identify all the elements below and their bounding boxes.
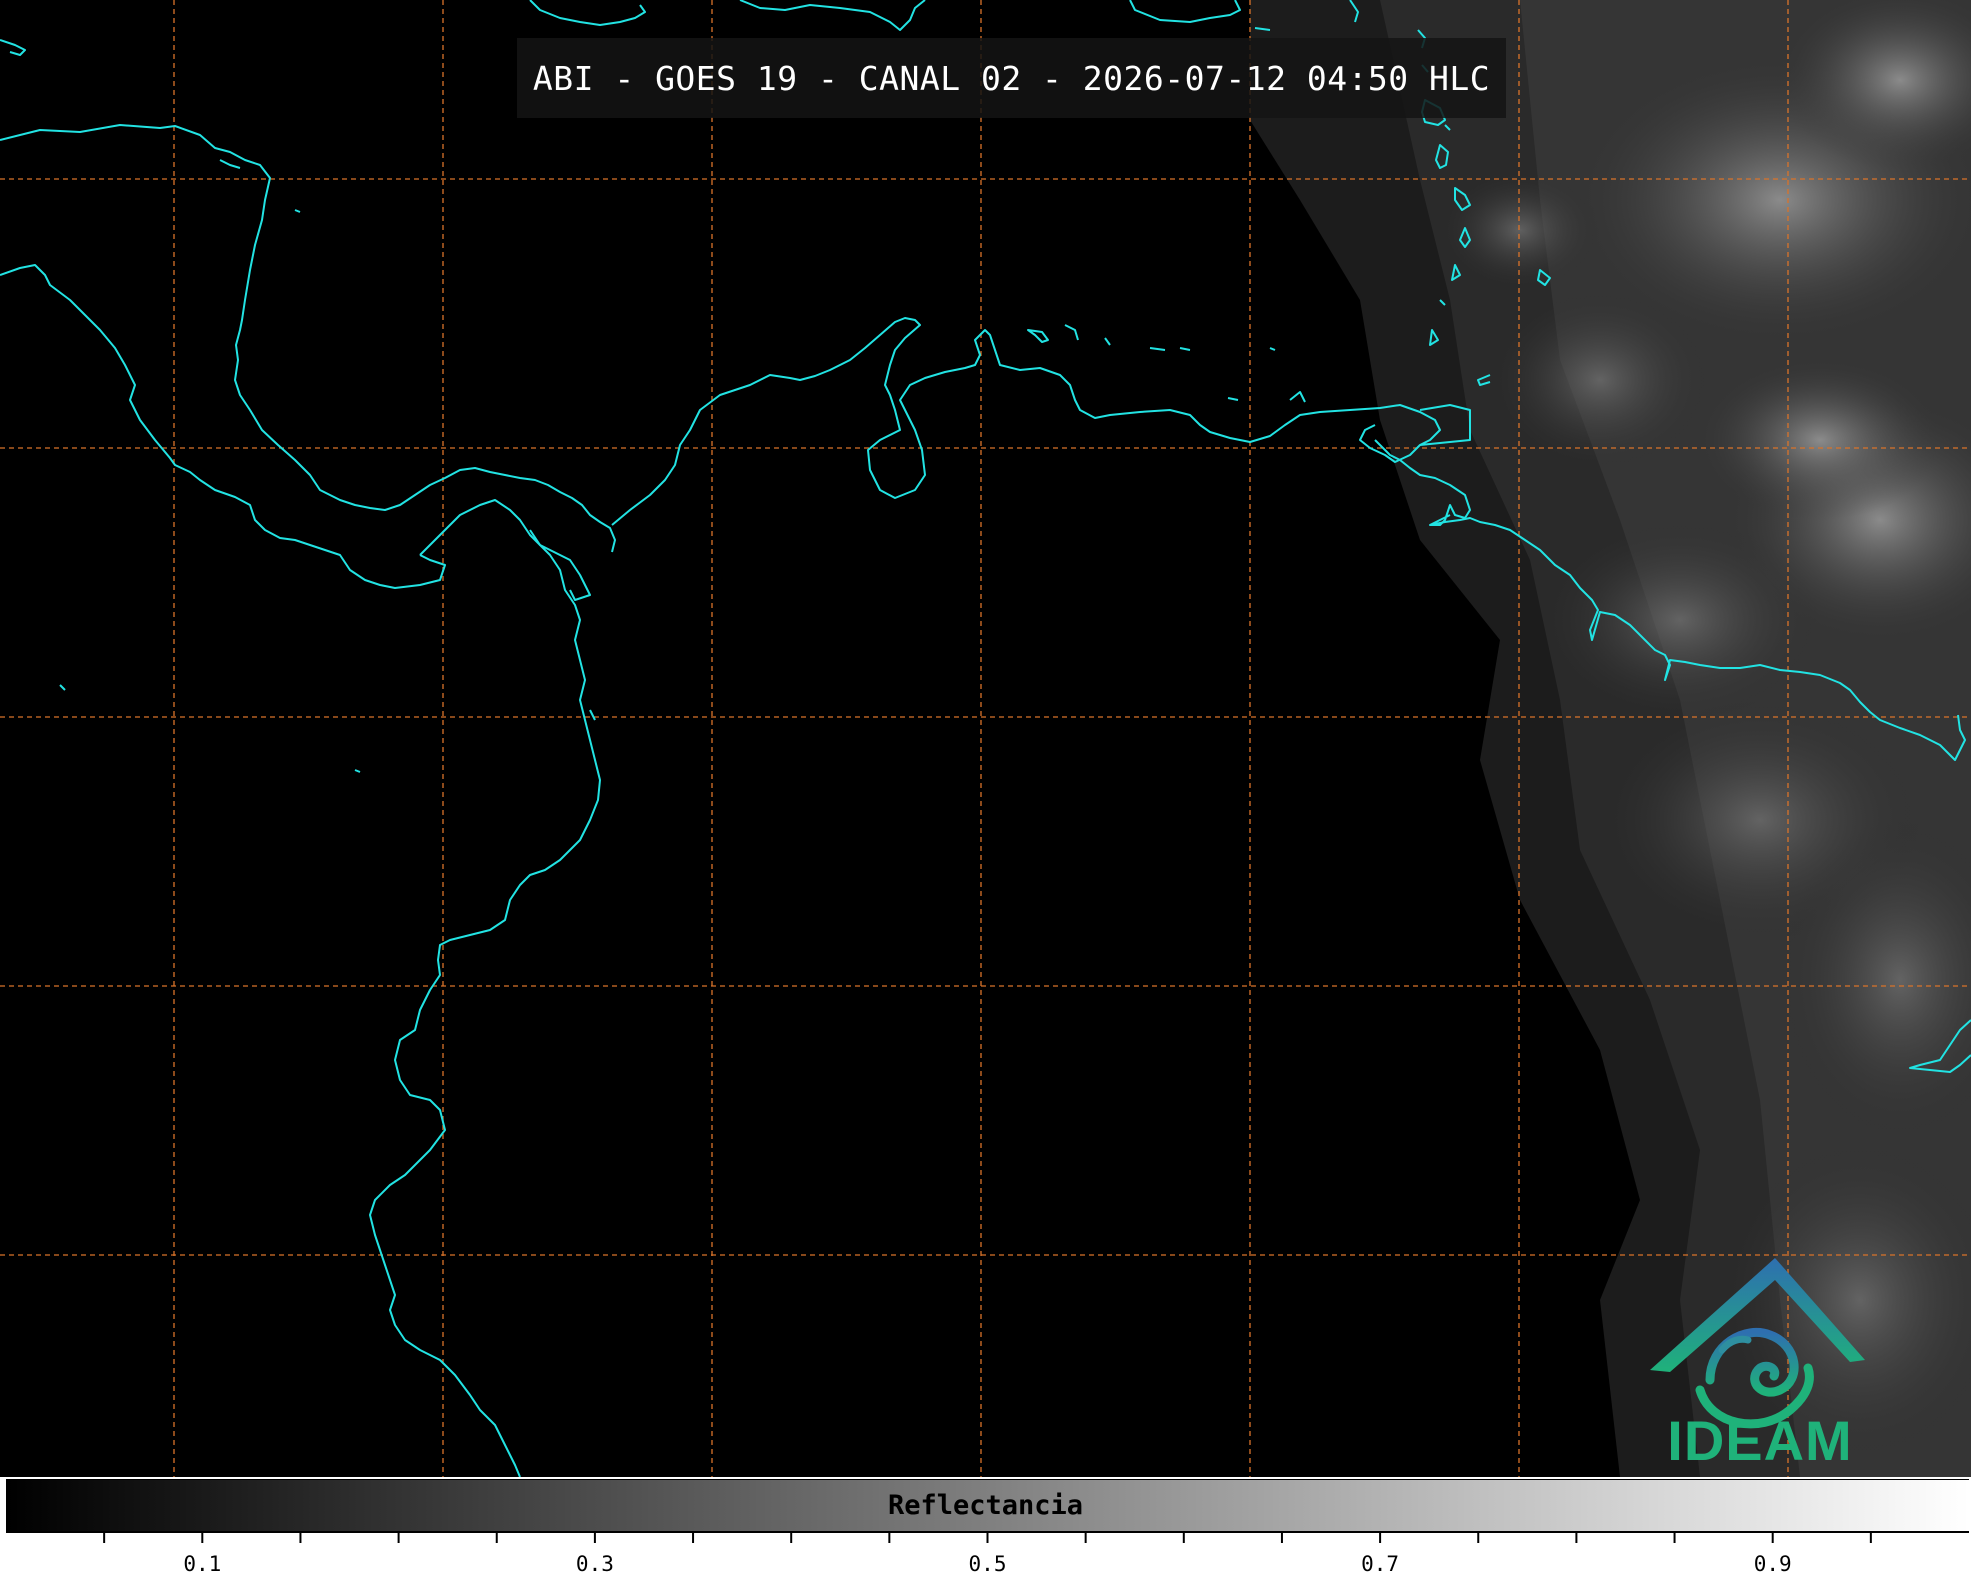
colorbar-tick-label: 0.7 bbox=[1361, 1552, 1400, 1576]
colorbar-tick-label: 0.9 bbox=[1753, 1552, 1792, 1576]
colorbar-tick-label: 0.5 bbox=[968, 1552, 1007, 1576]
satellite-map: ABI - GOES 19 - CANAL 02 - 2026-07-12 04… bbox=[0, 0, 1971, 1477]
image-title-banner: ABI - GOES 19 - CANAL 02 - 2026-07-12 04… bbox=[517, 38, 1506, 118]
colorbar-ticks bbox=[103, 1533, 1872, 1543]
ideam-logo-text: IDEAM bbox=[1667, 1409, 1853, 1472]
colorbar-tick-label: 0.3 bbox=[575, 1552, 614, 1576]
image-title: ABI - GOES 19 - CANAL 02 - 2026-07-12 04… bbox=[532, 58, 1491, 98]
colorbar-label: Reflectancia bbox=[887, 1490, 1084, 1521]
satellite-image-viewer: ABI - GOES 19 - CANAL 02 - 2026-07-12 04… bbox=[0, 0, 1971, 1577]
colorbar-tick-label: 0.1 bbox=[183, 1552, 222, 1576]
